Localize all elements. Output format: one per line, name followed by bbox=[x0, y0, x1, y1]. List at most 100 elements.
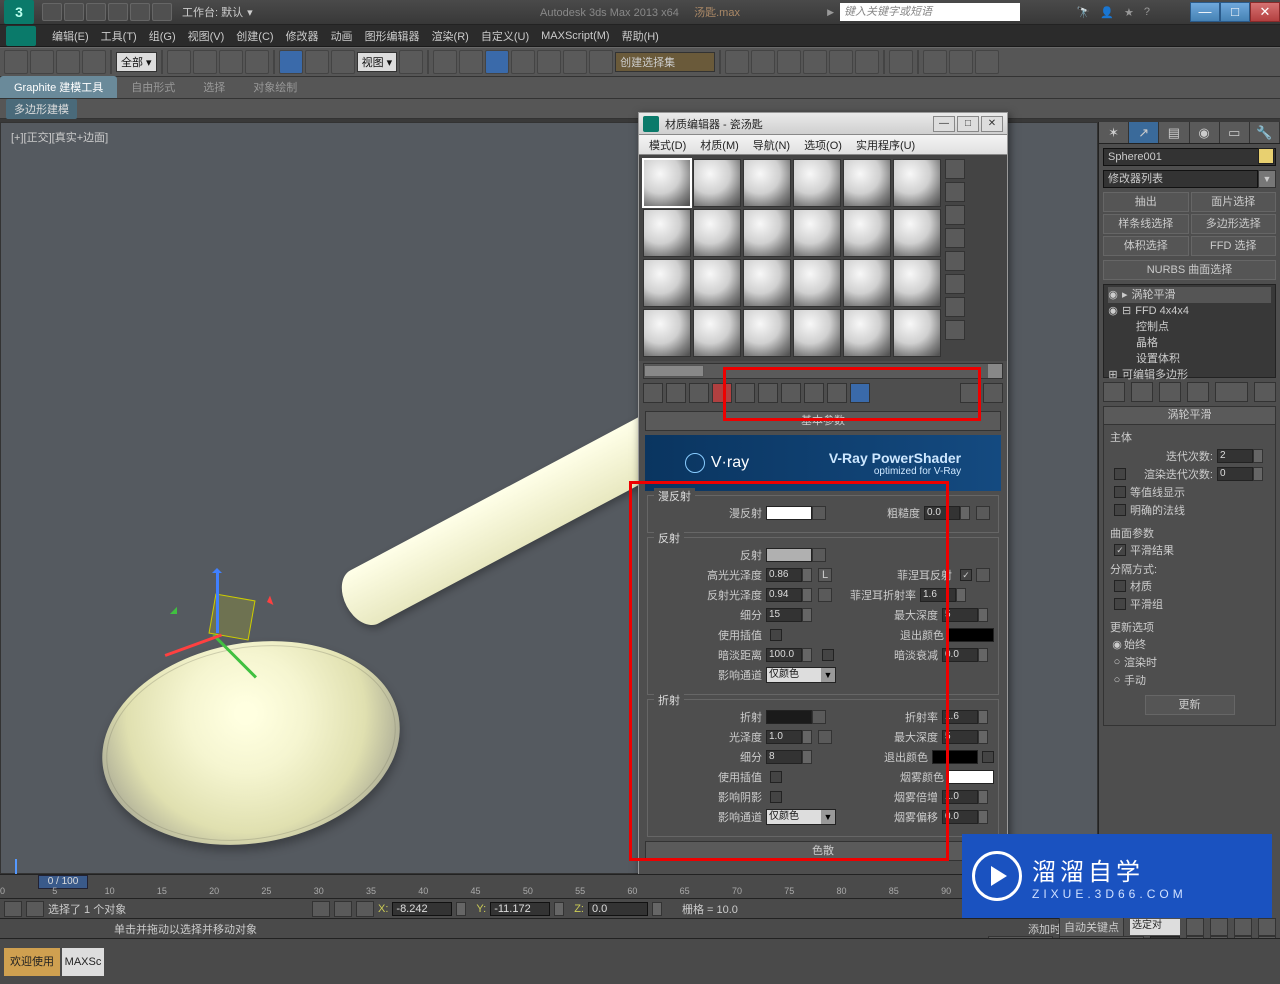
sample-slot[interactable] bbox=[893, 309, 941, 357]
assign-to-sel-icon[interactable] bbox=[689, 383, 709, 403]
link-icon[interactable] bbox=[56, 50, 80, 74]
abs-rel-icon[interactable] bbox=[356, 901, 374, 917]
make-copy-icon[interactable] bbox=[735, 383, 755, 403]
spinner-btns[interactable] bbox=[978, 710, 988, 724]
video-check-icon[interactable] bbox=[945, 251, 965, 271]
menu-modifiers[interactable]: 修改器 bbox=[280, 28, 325, 44]
show-in-viewport-icon[interactable] bbox=[827, 383, 847, 403]
sample-slot[interactable] bbox=[693, 259, 741, 307]
qat-open-icon[interactable] bbox=[64, 3, 84, 21]
select-region-icon[interactable] bbox=[219, 50, 243, 74]
menu-help[interactable]: 帮助(H) bbox=[616, 28, 665, 44]
upd-manual-radio[interactable]: 手动 bbox=[1124, 672, 1146, 688]
render-iter-checkbox[interactable] bbox=[1114, 468, 1126, 480]
material-editor-titlebar[interactable]: 材质编辑器 - 瓷汤匙 — □ ✕ bbox=[639, 113, 1007, 135]
isoline-checkbox[interactable] bbox=[1114, 486, 1126, 498]
welcome-button[interactable]: 欢迎使用 bbox=[4, 948, 60, 976]
fog-bias-spinner[interactable]: 0.0 bbox=[942, 810, 978, 824]
snap-toggle-icon[interactable] bbox=[485, 50, 509, 74]
extrude-button[interactable]: 抽出 bbox=[1103, 192, 1189, 212]
reflect-map-button[interactable] bbox=[812, 548, 826, 562]
render-iter-spinner[interactable]: 0 bbox=[1217, 467, 1253, 481]
play-rev-icon[interactable] bbox=[1186, 918, 1204, 936]
vol-select-button[interactable]: 体积选择 bbox=[1103, 236, 1189, 256]
time-slider[interactable]: 0 / 100 05101520253035404550556065707580… bbox=[0, 874, 1098, 898]
spinner-btns[interactable] bbox=[456, 902, 466, 916]
select-icon[interactable] bbox=[167, 50, 191, 74]
refract-exitcolor-swatch[interactable] bbox=[932, 750, 978, 764]
binoculars-icon[interactable]: 🔭 bbox=[1077, 6, 1091, 19]
qat-undo-icon[interactable] bbox=[108, 3, 128, 21]
ribbon-poly-modeling[interactable]: 多边形建模 bbox=[6, 99, 77, 119]
search-input[interactable]: 键入关键字或短语 bbox=[840, 3, 1020, 21]
menu-animation[interactable]: 动画 bbox=[325, 28, 359, 44]
mat-close-button[interactable]: ✕ bbox=[981, 116, 1003, 132]
star-icon[interactable]: ★ bbox=[1124, 6, 1134, 19]
play-icon[interactable] bbox=[1234, 918, 1252, 936]
pivot-icon[interactable] bbox=[399, 50, 423, 74]
keyboard-icon[interactable] bbox=[459, 50, 483, 74]
rendered-frame-icon[interactable] bbox=[949, 50, 973, 74]
sample-type-icon[interactable] bbox=[945, 159, 965, 179]
material-editor-icon[interactable] bbox=[889, 50, 913, 74]
material-id-icon[interactable] bbox=[804, 383, 824, 403]
sample-slot[interactable] bbox=[643, 159, 691, 207]
spinner-btns[interactable] bbox=[554, 902, 564, 916]
fresnel-checkbox[interactable] bbox=[960, 569, 972, 581]
spinner-btns[interactable] bbox=[802, 568, 812, 582]
configure-sets-icon[interactable] bbox=[1254, 382, 1276, 402]
reflect-affect-combo[interactable]: 仅颜色▼ bbox=[766, 667, 836, 683]
options-icon[interactable] bbox=[945, 297, 965, 317]
unlink-icon[interactable] bbox=[82, 50, 106, 74]
dim-distance-checkbox[interactable] bbox=[822, 649, 834, 661]
sample-slot[interactable] bbox=[643, 309, 691, 357]
reflect-glossy-map-button[interactable] bbox=[818, 588, 832, 602]
align-icon[interactable] bbox=[751, 50, 775, 74]
diffuse-map-button[interactable] bbox=[812, 506, 826, 520]
hierarchy-tab-icon[interactable]: ▤ bbox=[1159, 122, 1189, 143]
next-frame-icon[interactable] bbox=[1258, 918, 1276, 936]
menu-views[interactable]: 视图(V) bbox=[182, 28, 231, 44]
app-menu-icon[interactable] bbox=[6, 26, 36, 46]
render-setup-icon[interactable] bbox=[923, 50, 947, 74]
upd-render-radio[interactable]: 渲染时 bbox=[1124, 654, 1157, 670]
menu-grapheditors[interactable]: 图形编辑器 bbox=[359, 28, 426, 44]
autokey-button[interactable]: 自动关键点 bbox=[1059, 916, 1124, 938]
refract-glossy-spinner[interactable]: 1.0 bbox=[766, 730, 802, 744]
affect-shadows-checkbox[interactable] bbox=[770, 791, 782, 803]
put-to-library-icon[interactable] bbox=[781, 383, 801, 403]
qat-new-icon[interactable] bbox=[42, 3, 62, 21]
utilities-tab-icon[interactable]: 🔧 bbox=[1250, 122, 1280, 143]
reflect-color-swatch[interactable] bbox=[766, 548, 812, 562]
mat-menu-nav[interactable]: 导航(N) bbox=[747, 137, 796, 153]
upd-always-radio[interactable]: 始终 bbox=[1124, 636, 1146, 652]
sel-lock-icon[interactable] bbox=[4, 901, 22, 917]
select-manip-icon[interactable] bbox=[433, 50, 457, 74]
angle-snap-icon[interactable] bbox=[511, 50, 535, 74]
material-map-icon[interactable] bbox=[945, 320, 965, 340]
by-sg-checkbox[interactable] bbox=[1114, 598, 1126, 610]
reset-map-icon[interactable] bbox=[712, 383, 732, 403]
menu-group[interactable]: 组(G) bbox=[143, 28, 182, 44]
spinner-btns[interactable] bbox=[1253, 449, 1263, 463]
y-coord-field[interactable]: -11.172 bbox=[490, 902, 550, 916]
menu-customize[interactable]: 自定义(U) bbox=[475, 28, 535, 44]
qat-redo-icon[interactable] bbox=[130, 3, 150, 21]
object-color-swatch[interactable] bbox=[1258, 148, 1274, 164]
background-icon[interactable] bbox=[945, 205, 965, 225]
spinner-btns[interactable] bbox=[978, 648, 988, 662]
spinner-btns[interactable] bbox=[802, 730, 812, 744]
edit-named-sel-icon[interactable] bbox=[589, 50, 613, 74]
app-logo-icon[interactable]: 3 bbox=[4, 0, 34, 24]
turbosmooth-rollup[interactable]: 涡轮平滑 主体 迭代次数:2 渲染迭代次数:0 等值线显示 明确的法线 曲面参数… bbox=[1103, 406, 1276, 726]
sample-slot[interactable] bbox=[643, 209, 691, 257]
render-icon[interactable] bbox=[975, 50, 999, 74]
sample-slot[interactable] bbox=[793, 209, 841, 257]
move-icon[interactable] bbox=[279, 50, 303, 74]
sample-uv-icon[interactable] bbox=[945, 228, 965, 248]
fresnel-ior-spinner[interactable]: 1.6 bbox=[920, 588, 956, 602]
show-end-icon[interactable] bbox=[1131, 382, 1153, 402]
get-material-icon[interactable] bbox=[643, 383, 663, 403]
remove-mod-icon[interactable] bbox=[1187, 382, 1209, 402]
menu-create[interactable]: 创建(C) bbox=[230, 28, 279, 44]
